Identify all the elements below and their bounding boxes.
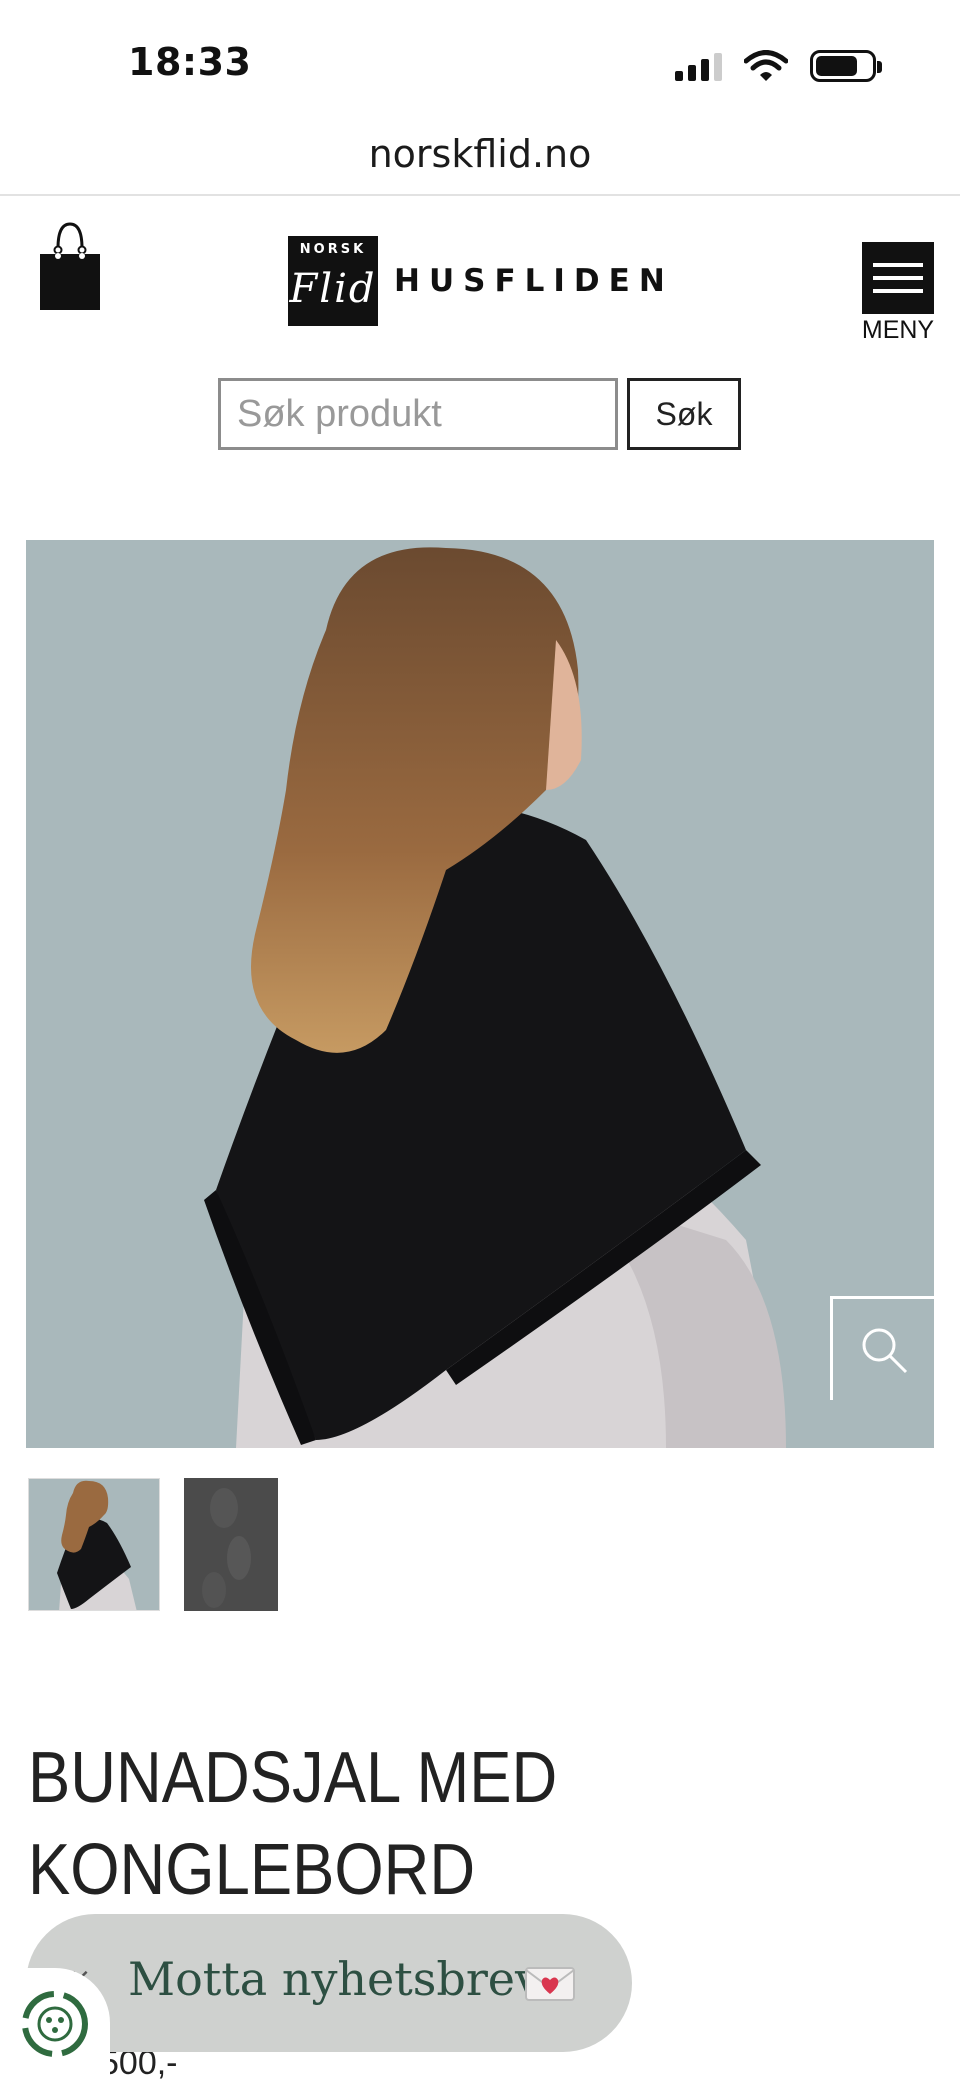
newsletter-banner[interactable]: × Motta nyhetsbrev (26, 1914, 632, 2052)
logo-flid: Flid (289, 266, 377, 312)
search-input[interactable] (218, 378, 618, 450)
zoom-button[interactable] (830, 1296, 934, 1400)
logo-wordmark: HUSFLIDEN (394, 263, 674, 299)
battery-icon (810, 50, 882, 82)
product-title: BUNADSJAL MED KONGLEBORD (28, 1732, 820, 1916)
signal-icon (675, 51, 722, 81)
cart-bag-icon[interactable] (38, 220, 102, 312)
search-button[interactable]: Søk (627, 378, 741, 450)
logo-mark: NORSK Flid (288, 236, 378, 326)
product-title-line-1: BUNADSJAL MED (28, 1738, 558, 1818)
status-bar: 18:33 (0, 0, 960, 120)
newsletter-label[interactable]: Motta nyhetsbrev (128, 1952, 541, 2006)
url-text: norskflid.no (368, 132, 592, 176)
product-image[interactable] (26, 540, 934, 1448)
logo-norsk: NORSK (299, 242, 367, 257)
status-icons (675, 46, 882, 86)
address-bar[interactable]: norskflid.no (0, 120, 960, 196)
menu-icon (873, 263, 923, 267)
thumbnail-2[interactable] (184, 1478, 278, 1611)
product-title-line-2: KONGLEBORD (28, 1830, 476, 1910)
zoom-icon (862, 1328, 907, 1373)
site-logo[interactable]: NORSK Flid HUSFLIDEN (288, 236, 674, 326)
thumbnail-1[interactable] (28, 1478, 160, 1611)
status-time: 18:33 (128, 40, 252, 84)
wifi-icon (744, 50, 788, 81)
menu-label[interactable]: MENY (852, 316, 944, 345)
eco-badge-icon[interactable] (0, 1968, 110, 2079)
envelope-heart-icon (525, 1967, 575, 2001)
menu-button[interactable] (862, 242, 934, 314)
product-photo (204, 547, 786, 1448)
